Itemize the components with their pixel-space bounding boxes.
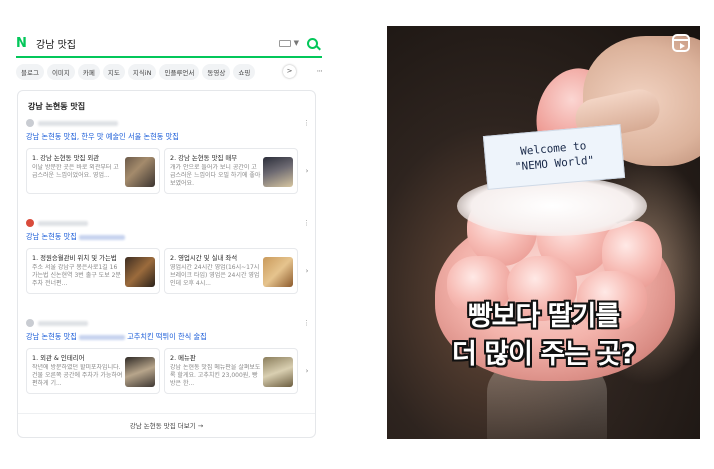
blurred-source-name xyxy=(38,220,88,226)
results-box: 강남 논현동 맛집 ⋮ 강남 논현동 맛집, 한우 맛 예술인 서울 논현동 맛… xyxy=(17,90,316,438)
result-title[interactable]: 강남 논현동 맛집, 한우 맛 예술인 서울 논현동 맛집 xyxy=(26,132,310,142)
card-text: 강남 논현동 맛집 메뉴판을 살펴보도록 할게요. 고추치킨 23,000원, … xyxy=(170,364,261,387)
tab-cafe[interactable]: 카페 xyxy=(77,64,100,80)
search-tabs: 블로그 이미지 카페 지도 지식iN 인플루언서 동영상 쇼핑 ··· > xyxy=(16,62,322,82)
tab-blog[interactable]: 블로그 xyxy=(16,64,44,80)
naver-logo[interactable]: N xyxy=(16,36,32,51)
blurred-source-name xyxy=(38,320,88,326)
result-title-suffix: 고추치킨 떡튀이 한식 술집 xyxy=(127,332,207,341)
search-icon[interactable] xyxy=(307,37,318,49)
card-thumbnail xyxy=(263,357,293,387)
tab-shopping[interactable]: 쇼핑 xyxy=(233,64,256,80)
chevron-down-icon[interactable]: ▼ xyxy=(294,39,299,47)
result-card[interactable]: 1. 외관 & 인테리어 작년에 방문하였던 할미포차입니다. 건물 오른쪽 공… xyxy=(26,348,160,394)
reel-thumbnail[interactable]: Welcome to "NEMO World" 빵보다 딸기를 더 많이 주는 … xyxy=(387,26,700,439)
kebab-menu-icon[interactable]: ⋮ xyxy=(303,319,310,327)
search-bar[interactable]: N 강남 맛집 ▼ xyxy=(16,30,322,56)
card-text: 개가 안으로 들어가 보니 공간이 고급스러운 느낌이다 오밀 하기에 좋아 보… xyxy=(170,164,261,187)
blurred-title-part xyxy=(78,234,125,240)
chevron-right-icon[interactable]: › xyxy=(302,264,312,278)
result-card[interactable]: 1. 정원승월관비 위치 및 가는법 주소 서울 강남구 봉은사로1길 16 가… xyxy=(26,248,160,294)
reel-caption-line: 더 많이 주는 곳? xyxy=(452,339,636,370)
result-title[interactable]: 강남 논현동 맛집 고추치킨 떡튀이 한식 술집 xyxy=(26,332,310,342)
blurred-source-name xyxy=(38,120,118,126)
card-thumbnail xyxy=(125,157,155,187)
card-thumbnail xyxy=(125,257,155,287)
card-text: 이날 방문한 곳은 바로 외관부터 고급스러운 느낌이었어요. 영업... xyxy=(32,164,119,179)
avatar[interactable] xyxy=(26,319,34,327)
avatar[interactable] xyxy=(26,219,34,227)
tab-influencer[interactable]: 인플루언서 xyxy=(159,64,200,80)
card-thumbnail xyxy=(125,357,155,387)
result-cards: 1. 강남 논현동 맛집 외관 이날 방문한 곳은 바로 외관부터 고급스러운 … xyxy=(26,148,312,194)
results-box-title: 강남 논현동 맛집 xyxy=(28,102,86,111)
search-query[interactable]: 강남 맛집 xyxy=(36,36,279,51)
keyboard-icon[interactable] xyxy=(278,39,291,47)
result-card[interactable]: 2. 메뉴판 강남 논현동 맛집 메뉴판을 살펴보도록 할게요. 고추치킨 23… xyxy=(164,348,298,394)
chevron-right-icon[interactable]: › xyxy=(302,364,312,378)
source-row: ⋮ xyxy=(26,217,310,229)
result-card[interactable]: 2. 영업시간 및 실내 좌석 영업시간 24시간 영업(16시~17시 브레이… xyxy=(164,248,298,294)
search-results-screenshot: N 강남 맛집 ▼ 블로그 이미지 카페 지도 지식iN 인플루언서 동영상 쇼… xyxy=(8,26,326,442)
card-text: 영업시간 24시간 영업(16시~17시 브레이크 타임) 영업은 24시간 영… xyxy=(170,264,260,287)
tab-knowledge[interactable]: 지식iN xyxy=(127,64,157,80)
result-title-prefix: 강남 논현동 맛집 xyxy=(26,332,77,341)
card-text: 작년에 방문하였던 할미포차입니다. 건물 오른쪽 공간에 주차가 가능하여 편… xyxy=(32,364,123,387)
whipped-cream xyxy=(457,176,647,236)
result-title[interactable]: 강남 논현동 맛집 xyxy=(26,232,310,242)
tab-images[interactable]: 이미지 xyxy=(46,64,75,80)
tab-map[interactable]: 지도 xyxy=(102,64,125,80)
avatar[interactable] xyxy=(26,119,34,127)
result-entry: ⋮ 강남 논현동 맛집 1. 정원승월관비 위치 및 가는법 주소 서울 강남구… xyxy=(26,217,312,294)
tab-video[interactable]: 동영상 xyxy=(202,64,231,80)
source-row: ⋮ xyxy=(26,117,310,129)
result-card[interactable]: 1. 강남 논현동 맛집 외관 이날 방문한 곳은 바로 외관부터 고급스러운 … xyxy=(26,148,160,194)
reels-icon xyxy=(672,34,690,52)
card-thumbnail xyxy=(263,257,293,287)
kebab-menu-icon[interactable]: ⋮ xyxy=(303,219,310,227)
kebab-menu-icon[interactable]: ⋮ xyxy=(303,119,310,127)
result-entry: ⋮ 강남 논현동 맛집, 한우 맛 예술인 서울 논현동 맛집 1. 강남 논현… xyxy=(26,117,312,194)
search-bar-underline xyxy=(16,56,322,58)
more-icon[interactable]: ··· xyxy=(316,67,322,77)
card-thumbnail xyxy=(263,157,293,187)
result-cards: 1. 외관 & 인테리어 작년에 방문하였던 할미포차입니다. 건물 오른쪽 공… xyxy=(26,348,312,394)
tabs-scroll-arrow[interactable]: > xyxy=(283,65,296,78)
result-cards: 1. 정원승월관비 위치 및 가는법 주소 서울 강남구 봉은사로1길 16 가… xyxy=(26,248,312,294)
result-title-text: 강남 논현동 맛집 xyxy=(26,232,77,241)
result-card[interactable]: 2. 강남 논현동 맛집 매부 개가 안으로 들어가 보니 공간이 고급스러운 … xyxy=(164,148,298,194)
result-entry: ⋮ 강남 논현동 맛집 고추치킨 떡튀이 한식 술집 1. 외관 & 인테리어 … xyxy=(26,317,312,394)
chevron-right-icon[interactable]: › xyxy=(302,164,312,178)
card-text: 주소 서울 강남구 봉은사로1길 16 가는법 신논현역 3번 출구 도보 2분… xyxy=(32,264,121,287)
more-results-link[interactable]: 강남 논현동 맛집 더보기 → xyxy=(18,413,315,437)
source-row: ⋮ xyxy=(26,317,310,329)
blurred-title-part xyxy=(78,334,125,340)
reel-caption-line: 빵보다 딸기를 xyxy=(467,301,620,332)
